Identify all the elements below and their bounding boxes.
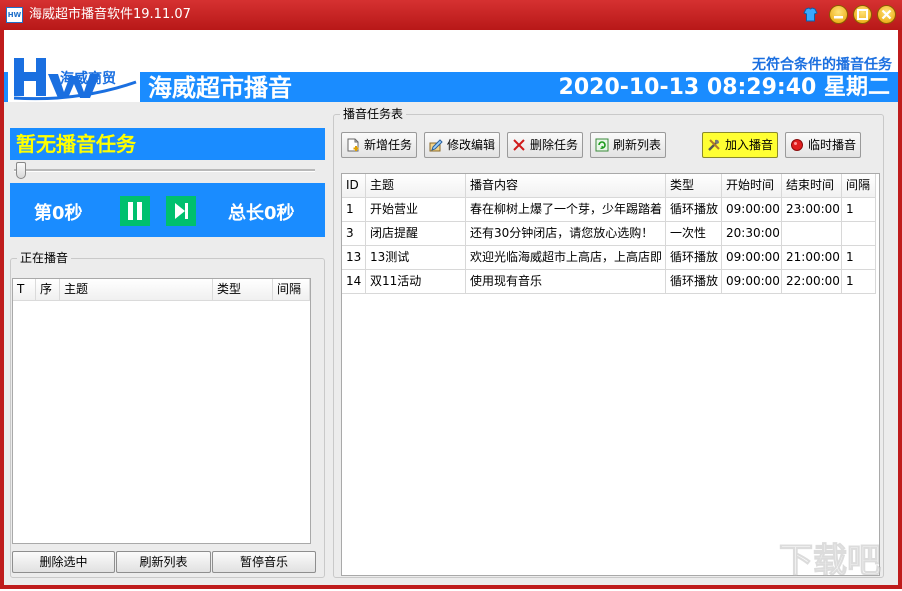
next-button[interactable] bbox=[166, 196, 196, 226]
column-header-id[interactable]: ID bbox=[342, 174, 366, 198]
logo-subtitle: 海威商贸 bbox=[60, 71, 116, 87]
new-task-label: 新增任务 bbox=[364, 138, 413, 152]
client-area: 海威商贸 海威超市播音 无符合条件的播音任务 2020-10-13 08:29:… bbox=[4, 30, 898, 585]
tools-icon bbox=[708, 139, 720, 151]
status-message: 无符合条件的播音任务 bbox=[752, 57, 892, 73]
table-cell-content[interactable]: 春在柳树上爆了一个芽，少年踢踏着 bbox=[466, 198, 666, 222]
table-cell-type[interactable]: 循环播放 bbox=[666, 246, 722, 270]
edit-task-label: 修改编辑 bbox=[447, 138, 496, 152]
column-header-seq[interactable]: 序 bbox=[36, 279, 60, 301]
table-cell-id[interactable]: 1 bbox=[342, 198, 366, 222]
table-cell-end[interactable]: 22:00:00 bbox=[782, 270, 842, 294]
column-header-type[interactable]: 类型 bbox=[666, 174, 722, 198]
now-playing-list[interactable]: T 序 主题 类型 间隔 bbox=[12, 278, 311, 544]
new-document-icon bbox=[347, 138, 359, 152]
pause-button[interactable] bbox=[120, 196, 150, 226]
refresh-task-list-button[interactable]: 刷新列表 bbox=[590, 132, 666, 158]
watermark-logo: 下载吧 bbox=[760, 530, 900, 588]
skip-next-icon bbox=[175, 203, 188, 219]
table-cell-id[interactable]: 14 bbox=[342, 270, 366, 294]
column-header-start[interactable]: 开始时间 bbox=[722, 174, 782, 198]
add-broadcast-label: 加入播音 bbox=[725, 138, 774, 152]
table-cell-topic[interactable]: 闭店提醒 bbox=[366, 222, 466, 246]
brand-title: 海威超市播音 bbox=[148, 74, 292, 102]
table-cell-interval[interactable]: 1 bbox=[842, 246, 876, 270]
maximize-button[interactable] bbox=[853, 5, 872, 24]
progress-slider-track[interactable] bbox=[14, 169, 315, 172]
column-header-type[interactable]: 类型 bbox=[213, 279, 273, 301]
table-cell-interval[interactable]: 1 bbox=[842, 270, 876, 294]
current-time-label: 第0秒 bbox=[34, 203, 83, 224]
edit-task-button[interactable]: 修改编辑 bbox=[424, 132, 500, 158]
table-cell-start[interactable]: 20:30:00 bbox=[722, 222, 782, 246]
column-header-end[interactable]: 结束时间 bbox=[782, 174, 842, 198]
temp-broadcast-button[interactable]: 临时播音 bbox=[785, 132, 861, 158]
record-icon bbox=[791, 139, 803, 151]
table-cell-start[interactable]: 09:00:00 bbox=[722, 270, 782, 294]
table-cell-id[interactable]: 13 bbox=[342, 246, 366, 270]
new-task-button[interactable]: 新增任务 bbox=[341, 132, 417, 158]
title-bar[interactable]: HW 海威超市播音软件19.11.07 bbox=[0, 0, 902, 30]
table-cell-end[interactable] bbox=[782, 222, 842, 246]
table-cell-end[interactable]: 21:00:00 bbox=[782, 246, 842, 270]
table-cell-topic[interactable]: 开始营业 bbox=[366, 198, 466, 222]
svg-text:下载吧: 下载吧 bbox=[779, 541, 881, 581]
table-cell-type[interactable]: 循环播放 bbox=[666, 198, 722, 222]
table-cell-type[interactable]: 循环播放 bbox=[666, 270, 722, 294]
pause-icon bbox=[128, 202, 142, 220]
column-header-t[interactable]: T bbox=[13, 279, 36, 301]
refresh-icon bbox=[595, 138, 609, 152]
column-header-topic[interactable]: 主题 bbox=[60, 279, 213, 301]
task-table-group-label: 播音任务表 bbox=[340, 107, 407, 121]
table-cell-end[interactable]: 23:00:00 bbox=[782, 198, 842, 222]
column-header-content[interactable]: 播音内容 bbox=[466, 174, 666, 198]
temp-broadcast-label: 临时播音 bbox=[808, 138, 857, 152]
table-cell-type[interactable]: 一次性 bbox=[666, 222, 722, 246]
table-cell-start[interactable]: 09:00:00 bbox=[722, 246, 782, 270]
table-cell-topic[interactable]: 13测试 bbox=[366, 246, 466, 270]
delete-x-icon bbox=[513, 139, 525, 151]
refresh-task-list-label: 刷新列表 bbox=[613, 138, 662, 152]
task-table[interactable]: ID 主题 播音内容 类型 开始时间 结束时间 间隔 1 开始营业 春在柳树上爆… bbox=[341, 173, 880, 576]
table-cell-interval[interactable] bbox=[842, 222, 876, 246]
column-header-topic[interactable]: 主题 bbox=[366, 174, 466, 198]
table-cell-content[interactable]: 欢迎光临海威超市上高店，上高店即 bbox=[466, 246, 666, 270]
delete-task-label: 删除任务 bbox=[530, 138, 579, 152]
window-title: 海威超市播音软件19.11.07 bbox=[29, 7, 191, 22]
header-banner: 海威商贸 海威超市播音 无符合条件的播音任务 2020-10-13 08:29:… bbox=[4, 30, 898, 102]
close-button[interactable] bbox=[877, 5, 896, 24]
minimize-button[interactable] bbox=[829, 5, 848, 24]
table-cell-content[interactable]: 还有30分钟闭店，请您放心选购！ bbox=[466, 222, 666, 246]
progress-slider-thumb[interactable] bbox=[16, 162, 26, 179]
total-time-label: 总长0秒 bbox=[228, 203, 295, 224]
table-cell-topic[interactable]: 双11活动 bbox=[366, 270, 466, 294]
table-cell-interval[interactable]: 1 bbox=[842, 198, 876, 222]
table-cell-content[interactable]: 使用现有音乐 bbox=[466, 270, 666, 294]
company-logo: 海威商贸 bbox=[8, 52, 140, 102]
skin-icon[interactable] bbox=[801, 5, 820, 24]
app-window: HW 海威超市播音软件19.11.07 海威商贸 海威超市播音 无符合条件的播音… bbox=[0, 0, 902, 589]
column-header-interval[interactable]: 间隔 bbox=[842, 174, 876, 198]
column-header-interval[interactable]: 间隔 bbox=[273, 279, 310, 301]
now-playing-panel: 暂无播音任务 bbox=[10, 128, 325, 160]
app-logo-icon: HW bbox=[6, 7, 23, 23]
table-cell-start[interactable]: 09:00:00 bbox=[722, 198, 782, 222]
pause-music-button[interactable]: 暂停音乐 bbox=[212, 551, 316, 573]
now-playing-title: 暂无播音任务 bbox=[16, 132, 136, 156]
datetime-display: 2020-10-13 08:29:40 星期二 bbox=[558, 75, 890, 100]
now-playing-group-label: 正在播音 bbox=[17, 251, 72, 265]
delete-selected-button[interactable]: 删除选中 bbox=[12, 551, 115, 573]
player-controls: 第0秒 总长0秒 bbox=[10, 183, 325, 237]
add-broadcast-button[interactable]: 加入播音 bbox=[702, 132, 778, 158]
table-cell-id[interactable]: 3 bbox=[342, 222, 366, 246]
edit-icon bbox=[429, 139, 443, 152]
refresh-playing-list-button[interactable]: 刷新列表 bbox=[116, 551, 211, 573]
delete-task-button[interactable]: 删除任务 bbox=[507, 132, 583, 158]
